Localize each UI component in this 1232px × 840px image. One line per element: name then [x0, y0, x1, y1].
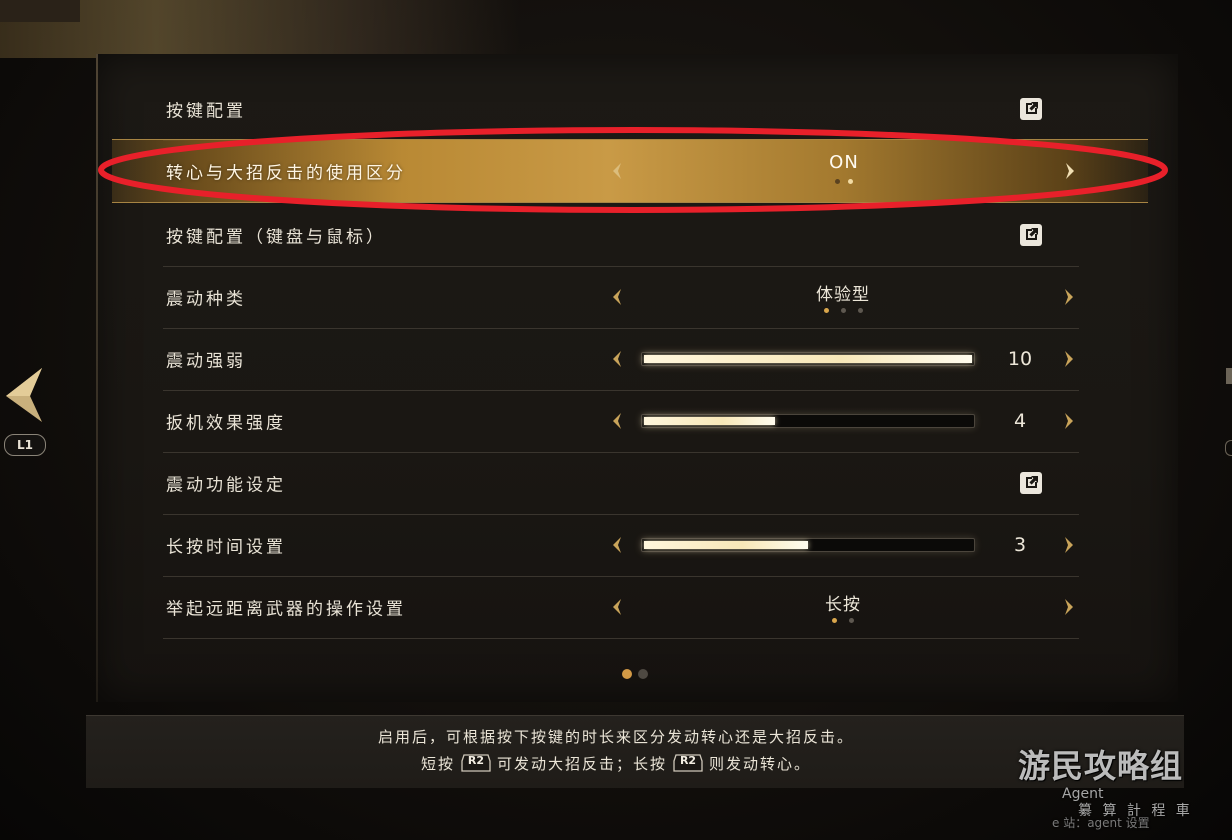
- chevron-left-icon[interactable]: [607, 596, 627, 618]
- next-tab-indicator[interactable]: [1226, 368, 1232, 384]
- setting-label: 按键配置: [166, 101, 246, 122]
- setting-row-key-config[interactable]: 按键配置: [163, 78, 1079, 141]
- chevron-left-icon[interactable]: [607, 534, 627, 556]
- setting-label: 震动种类: [166, 289, 246, 310]
- option-indicator: [643, 308, 1043, 313]
- setting-label: 震动强弱: [166, 351, 246, 372]
- chevron-left-icon[interactable]: [607, 410, 627, 432]
- setting-row-vibration-strength[interactable]: 震动强弱 10: [163, 328, 1079, 391]
- description-text: 短按: [420, 755, 455, 773]
- triangle-left-icon[interactable]: [2, 366, 46, 426]
- setting-value: ON: [829, 152, 859, 173]
- description-text: 则发动转心。: [709, 755, 812, 773]
- slider-value: 4: [1013, 410, 1027, 432]
- description-line-2: 短按 R2 可发动大招反击；长按 R2 则发动转心。: [86, 753, 1146, 774]
- external-link-icon[interactable]: [1019, 223, 1043, 247]
- background-art-shadow: [0, 0, 80, 22]
- description-text: 可发动大招反击；长按: [496, 755, 667, 773]
- setting-row-key-config-keyboard[interactable]: 按键配置（键盘与鼠标）: [163, 204, 1079, 267]
- chevron-right-icon[interactable]: [1059, 286, 1079, 308]
- setting-label: 按键配置（键盘与鼠标）: [166, 227, 386, 248]
- chevron-left-icon[interactable]: [607, 286, 627, 308]
- option-dot: [835, 179, 840, 184]
- panel-border: [96, 54, 98, 702]
- option-indicator: [644, 179, 1044, 184]
- option-dot: [857, 308, 863, 313]
- page-dot-active[interactable]: [622, 669, 632, 679]
- l1-button-hint[interactable]: L1: [4, 434, 46, 456]
- setting-row-trigger-effect[interactable]: 扳机效果强度 4: [163, 390, 1079, 453]
- slider-track[interactable]: [641, 352, 975, 366]
- chevron-right-icon[interactable]: [1059, 534, 1079, 556]
- setting-value: 长按: [825, 595, 861, 615]
- option-dot: [840, 308, 846, 313]
- chevron-right-icon[interactable]: [1059, 410, 1079, 432]
- setting-row-ranged-weapon[interactable]: 举起远距离武器的操作设置 长按: [163, 576, 1079, 639]
- slider-value: 3: [1013, 534, 1027, 556]
- setting-label: 长按时间设置: [166, 537, 286, 558]
- slider-fill: [644, 355, 972, 363]
- slider-track[interactable]: [641, 538, 975, 552]
- chevron-right-icon[interactable]: [1059, 596, 1079, 618]
- watermark-logo: 游民攻略组: [1018, 747, 1184, 785]
- option-dot: [849, 618, 854, 623]
- option-dot-active: [823, 308, 829, 313]
- r1-button-hint[interactable]: [1225, 440, 1232, 456]
- setting-row-hold-time[interactable]: 长按时间设置 3: [163, 514, 1079, 577]
- page-indicator: [619, 669, 651, 679]
- watermark-tiny: e 站：agent 设置: [1052, 816, 1150, 830]
- chevron-right-icon[interactable]: [1060, 160, 1080, 182]
- r2-button-icon: R2: [673, 753, 703, 773]
- external-link-icon[interactable]: [1019, 97, 1043, 121]
- external-link-icon[interactable]: [1019, 471, 1043, 495]
- slider-value: 10: [1007, 348, 1033, 370]
- slider-fill: [644, 417, 775, 425]
- setting-row-vibration-function[interactable]: 震动功能设定: [163, 452, 1079, 515]
- setting-row-vibration-type[interactable]: 震动种类 体验型: [163, 266, 1079, 329]
- slider-track[interactable]: [641, 414, 975, 428]
- page-dot[interactable]: [638, 669, 648, 679]
- chevron-right-icon[interactable]: [1059, 348, 1079, 370]
- setting-label: 转心与大招反击的使用区分: [166, 163, 406, 184]
- chevron-left-icon[interactable]: [607, 160, 627, 182]
- setting-label: 扳机效果强度: [166, 413, 286, 434]
- game-settings-screen: 按键配置 转心与大招反击的使用区分 ON 按键配置（键盘与鼠标） 震动种类 体验…: [0, 0, 1232, 840]
- setting-value: 体验型: [816, 285, 870, 305]
- setting-label: 举起远距离武器的操作设置: [166, 599, 406, 620]
- r2-button-icon: R2: [461, 753, 491, 773]
- option-indicator: [643, 618, 1043, 623]
- setting-row-skill-distinction[interactable]: 转心与大招反击的使用区分 ON: [112, 140, 1148, 202]
- slider-fill: [644, 541, 808, 549]
- option-dot-active: [848, 179, 853, 184]
- description-line-1: 启用后，可根据按下按键的时长来区分发动转心还是大招反击。: [377, 728, 854, 746]
- setting-label: 震动功能设定: [166, 475, 286, 496]
- chevron-left-icon[interactable]: [607, 348, 627, 370]
- option-dot-active: [832, 618, 837, 623]
